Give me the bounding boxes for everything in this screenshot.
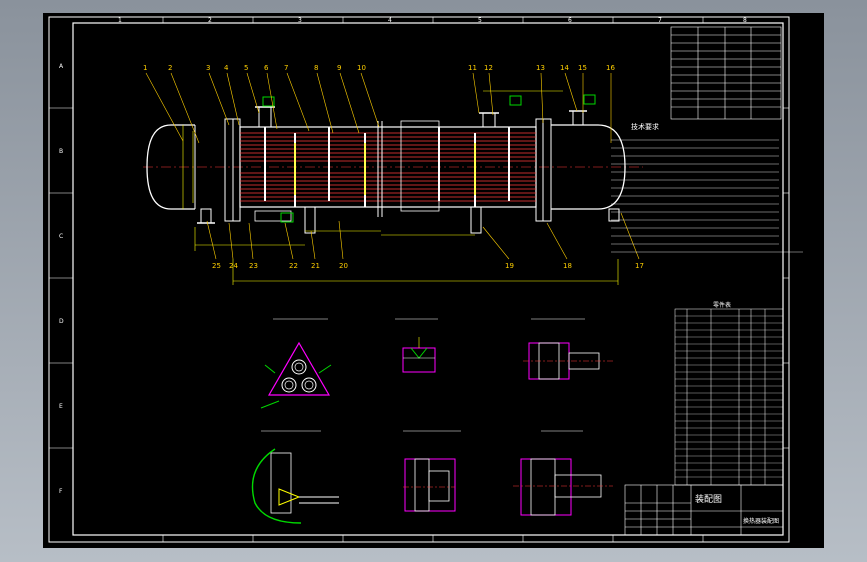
frame-number: 7 (658, 17, 662, 24)
part-balloon: 17 (635, 262, 644, 270)
part-balloon: 1 (143, 64, 147, 72)
drawing-name: 装配图 (695, 493, 722, 505)
part-balloon: 10 (357, 64, 366, 72)
parts-list-rows (675, 315, 783, 478)
part-balloon: 24 (229, 262, 238, 270)
saddle-support (470, 206, 482, 234)
part-balloon: 2 (168, 64, 172, 72)
detail-tubesheet-flange (403, 430, 461, 512)
leader-lines (145, 72, 640, 260)
part-balloon: 5 (244, 64, 248, 72)
frame-number: 6 (568, 17, 572, 24)
detail-weld-groove (395, 318, 438, 373)
frame-number: 1 (118, 17, 122, 24)
part-balloon: 22 (289, 262, 298, 270)
inner-frame (72, 22, 784, 536)
saddle-support (304, 206, 316, 234)
parts-list-heading: 零件表 (713, 301, 731, 309)
part-balloon: 20 (339, 262, 348, 270)
part-balloon: 18 (563, 262, 572, 270)
nozzle-tag (583, 94, 596, 105)
nozzle (200, 208, 212, 224)
outer-frame (48, 16, 790, 543)
part-balloon: 23 (249, 262, 258, 270)
detail-tube-layout (260, 318, 332, 409)
frame-number: 2 (208, 17, 212, 24)
frame-letter: D (59, 318, 64, 325)
frame-number: 3 (298, 17, 302, 24)
frame-letter: C (59, 233, 63, 240)
frame-number: 8 (743, 17, 747, 24)
part-balloon: 3 (206, 64, 210, 72)
frame-zone-ticks (49, 17, 789, 542)
part-balloon: 21 (311, 262, 320, 270)
part-balloon: 4 (224, 64, 229, 72)
dimension-lines (182, 90, 619, 285)
nozzle (572, 110, 584, 126)
part-balloon: 25 (212, 262, 221, 270)
right-flange (535, 118, 544, 222)
part-balloon: 7 (284, 64, 288, 72)
frame-letter: F (59, 488, 63, 495)
frame-letter: B (59, 148, 63, 155)
detail-nozzle-joint (523, 318, 613, 380)
part-balloon: 9 (337, 64, 341, 72)
part-balloon: 8 (314, 64, 318, 72)
part-balloon: 19 (505, 262, 514, 270)
drawing-sheet: 1 2 3 4 5 6 7 8 A B C D E F 1 2 3 4 5 6 … (48, 16, 803, 543)
tech-requirements-heading: 技术要求 (631, 122, 659, 131)
nozzle-tag (509, 95, 522, 106)
left-flange (224, 118, 234, 222)
part-balloon: 13 (536, 64, 545, 72)
part-balloon: 15 (578, 64, 587, 72)
frame-letter: A (59, 63, 64, 70)
detail-tube-expansion (513, 430, 613, 516)
part-balloon: 14 (560, 64, 569, 72)
detail-fillet-weld (251, 430, 339, 524)
frame-number: 5 (478, 17, 482, 24)
title-block (624, 484, 784, 536)
design-parameter-table (670, 26, 782, 120)
part-balloon: 6 (264, 64, 269, 72)
parts-list-table (674, 308, 784, 486)
part-balloon: 11 (468, 64, 477, 72)
nozzle (258, 106, 272, 128)
part-balloon: 16 (606, 64, 615, 72)
frame-number: 4 (388, 17, 392, 24)
heat-exchanger-main-view (143, 94, 643, 234)
part-balloon: 12 (484, 64, 493, 72)
cad-drawing-viewport[interactable]: 1 2 3 4 5 6 7 8 A B C D E F 1 2 3 4 5 6 … (43, 13, 824, 548)
nozzle (482, 112, 496, 128)
tech-requirements-text (611, 139, 803, 253)
frame-letter: E (59, 403, 63, 410)
drawing-subtitle: 换热器装配图 (743, 517, 779, 525)
